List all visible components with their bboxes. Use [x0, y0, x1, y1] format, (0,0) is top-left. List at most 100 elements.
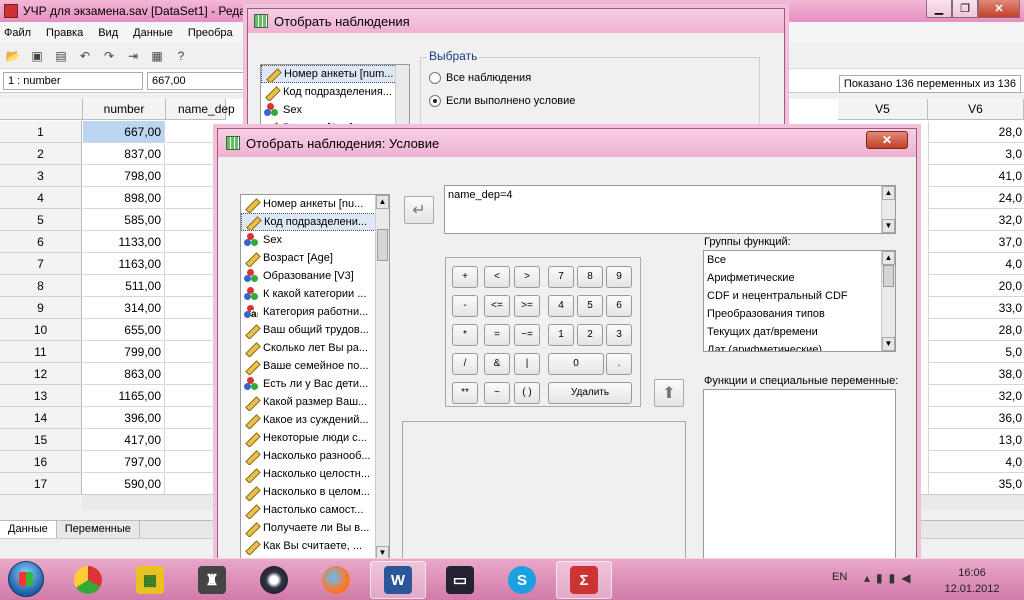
cell-v6[interactable]: 38,0 [928, 363, 1024, 385]
key-3[interactable]: 3 [606, 324, 632, 346]
key-and[interactable]: & [484, 353, 510, 375]
cell-name-dep[interactable] [166, 363, 218, 385]
scroll-down-icon[interactable]: ▼ [882, 219, 895, 233]
row-number[interactable]: 7 [0, 253, 82, 275]
cell-v6[interactable]: 36,0 [928, 407, 1024, 429]
list-item[interactable]: Настолько самост... [241, 501, 376, 519]
scroll-up-icon[interactable]: ▲ [882, 251, 895, 265]
cell-v6[interactable]: 20,0 [928, 275, 1024, 297]
cell-number[interactable]: 667,00 [83, 121, 165, 143]
scroll-up-icon[interactable]: ▲ [882, 186, 895, 200]
cell-v6[interactable]: 33,0 [928, 297, 1024, 319]
cell-number[interactable]: 655,00 [83, 319, 165, 341]
row-number[interactable]: 8 [0, 275, 82, 297]
row-number[interactable]: 16 [0, 451, 82, 473]
taskbar-spss[interactable]: Σ [556, 561, 612, 599]
list-item[interactable]: Насколько в целом... [241, 483, 376, 501]
cell-v6[interactable]: 41,0 [928, 165, 1024, 187]
list-item[interactable]: Текущих дат/времени [704, 323, 895, 341]
cell-v6[interactable]: 28,0 [928, 121, 1024, 143]
key-4[interactable]: 4 [548, 295, 574, 317]
cell-number[interactable]: 590,00 [83, 473, 165, 495]
cell-number[interactable]: 898,00 [83, 187, 165, 209]
list-item[interactable]: a Категория работни... [241, 303, 376, 321]
menu-data[interactable]: Данные [133, 27, 173, 39]
scroll-thumb[interactable] [377, 229, 388, 261]
language-indicator[interactable]: EN [832, 571, 847, 583]
list-item[interactable]: Ваш общий трудов... [241, 321, 376, 339]
restore-button[interactable]: ❐ [952, 0, 978, 18]
open-folder-icon[interactable]: 📂 [4, 47, 22, 65]
start-button[interactable] [2, 559, 52, 600]
menu-transform[interactable]: Преобра [188, 27, 233, 39]
column-header-name-dep[interactable]: name_dep [166, 99, 235, 120]
save-icon[interactable]: ▣ [28, 47, 46, 65]
row-number[interactable]: 15 [0, 429, 82, 451]
key-power[interactable]: ** [452, 382, 478, 404]
row-number[interactable]: 17 [0, 473, 82, 495]
list-item[interactable]: Преобразования типов [704, 305, 895, 323]
tab-variable-view[interactable]: Переменные [57, 521, 140, 538]
key-plus[interactable]: + [452, 266, 478, 288]
key-not[interactable]: ~ [484, 382, 510, 404]
minimize-button[interactable]: ▁ [926, 0, 952, 18]
cell-number[interactable]: 837,00 [83, 143, 165, 165]
list-item[interactable]: Sex [241, 231, 376, 249]
undo-icon[interactable]: ↶ [76, 47, 94, 65]
cell-number[interactable]: 1163,00 [83, 253, 165, 275]
cell-number[interactable]: 863,00 [83, 363, 165, 385]
key-divide[interactable]: / [452, 353, 478, 375]
row-number[interactable]: 9 [0, 297, 82, 319]
delete-button[interactable]: Удалить [548, 382, 632, 404]
insert-function-button[interactable]: ⬆ [654, 379, 684, 407]
taskbar-media[interactable] [246, 561, 302, 599]
key-parentheses[interactable]: ( ) [514, 382, 540, 404]
cell-name-dep[interactable] [166, 473, 218, 495]
list-item[interactable]: Код подразделени... [241, 213, 376, 231]
cell-name-dep[interactable] [166, 143, 218, 165]
cell-v6[interactable]: 4,0 [928, 451, 1024, 473]
list-item[interactable]: Сколько лет Вы ра... [241, 339, 376, 357]
row-number[interactable]: 12 [0, 363, 82, 385]
key-5[interactable]: 5 [577, 295, 603, 317]
key-7[interactable]: 7 [548, 266, 574, 288]
radio-if-condition[interactable]: Если выполнено условие [429, 95, 575, 107]
row-number[interactable]: 10 [0, 319, 82, 341]
close-dialog-button[interactable]: ✕ [866, 131, 908, 149]
key-minus[interactable]: - [452, 295, 478, 317]
list-item[interactable]: Номер анкеты [nu... [241, 195, 376, 213]
cell-name-dep[interactable] [166, 385, 218, 407]
cell-number[interactable]: 396,00 [83, 407, 165, 429]
expression-input[interactable]: name_dep=4 ▲ ▼ [444, 185, 896, 234]
row-number[interactable]: 11 [0, 341, 82, 363]
list-item[interactable]: Возраст [Age] [241, 249, 376, 267]
function-groups-scrollbar[interactable]: ▲ ▼ [881, 251, 895, 351]
taskbar-app-2[interactable]: ▦ [122, 561, 178, 599]
cell-v6[interactable]: 32,0 [928, 209, 1024, 231]
list-item[interactable]: Дат (арифметические) [704, 341, 895, 351]
row-number[interactable]: 3 [0, 165, 82, 187]
key-decimal[interactable]: . [606, 353, 632, 375]
scroll-thumb[interactable] [883, 265, 894, 287]
key-not-equal[interactable]: ~= [514, 324, 540, 346]
cell-v6[interactable]: 28,0 [928, 319, 1024, 341]
list-item[interactable]: Какой размер Ваш... [241, 393, 376, 411]
cell-v6[interactable]: 24,0 [928, 187, 1024, 209]
functions-list[interactable] [703, 389, 896, 561]
key-less-than[interactable]: < [484, 266, 510, 288]
key-multiply[interactable]: * [452, 324, 478, 346]
taskbar-word[interactable]: W [370, 561, 426, 599]
cell-number[interactable]: 585,00 [83, 209, 165, 231]
cell-name-dep[interactable] [166, 429, 218, 451]
list-item[interactable]: CDF и нецентральный CDF [704, 287, 895, 305]
function-groups-list[interactable]: Все Арифметические CDF и нецентральный CDF… [703, 250, 896, 352]
system-tray-icons[interactable]: ▴▮▮◀ [864, 571, 916, 585]
cell-name-dep[interactable] [166, 319, 218, 341]
cell-name-dep[interactable] [166, 165, 218, 187]
tab-data-view[interactable]: Данные [0, 521, 57, 538]
key-or[interactable]: | [514, 353, 540, 375]
scroll-up-icon[interactable]: ▲ [376, 195, 389, 209]
menu-view[interactable]: Вид [98, 27, 118, 39]
key-8[interactable]: 8 [577, 266, 603, 288]
key-2[interactable]: 2 [577, 324, 603, 346]
